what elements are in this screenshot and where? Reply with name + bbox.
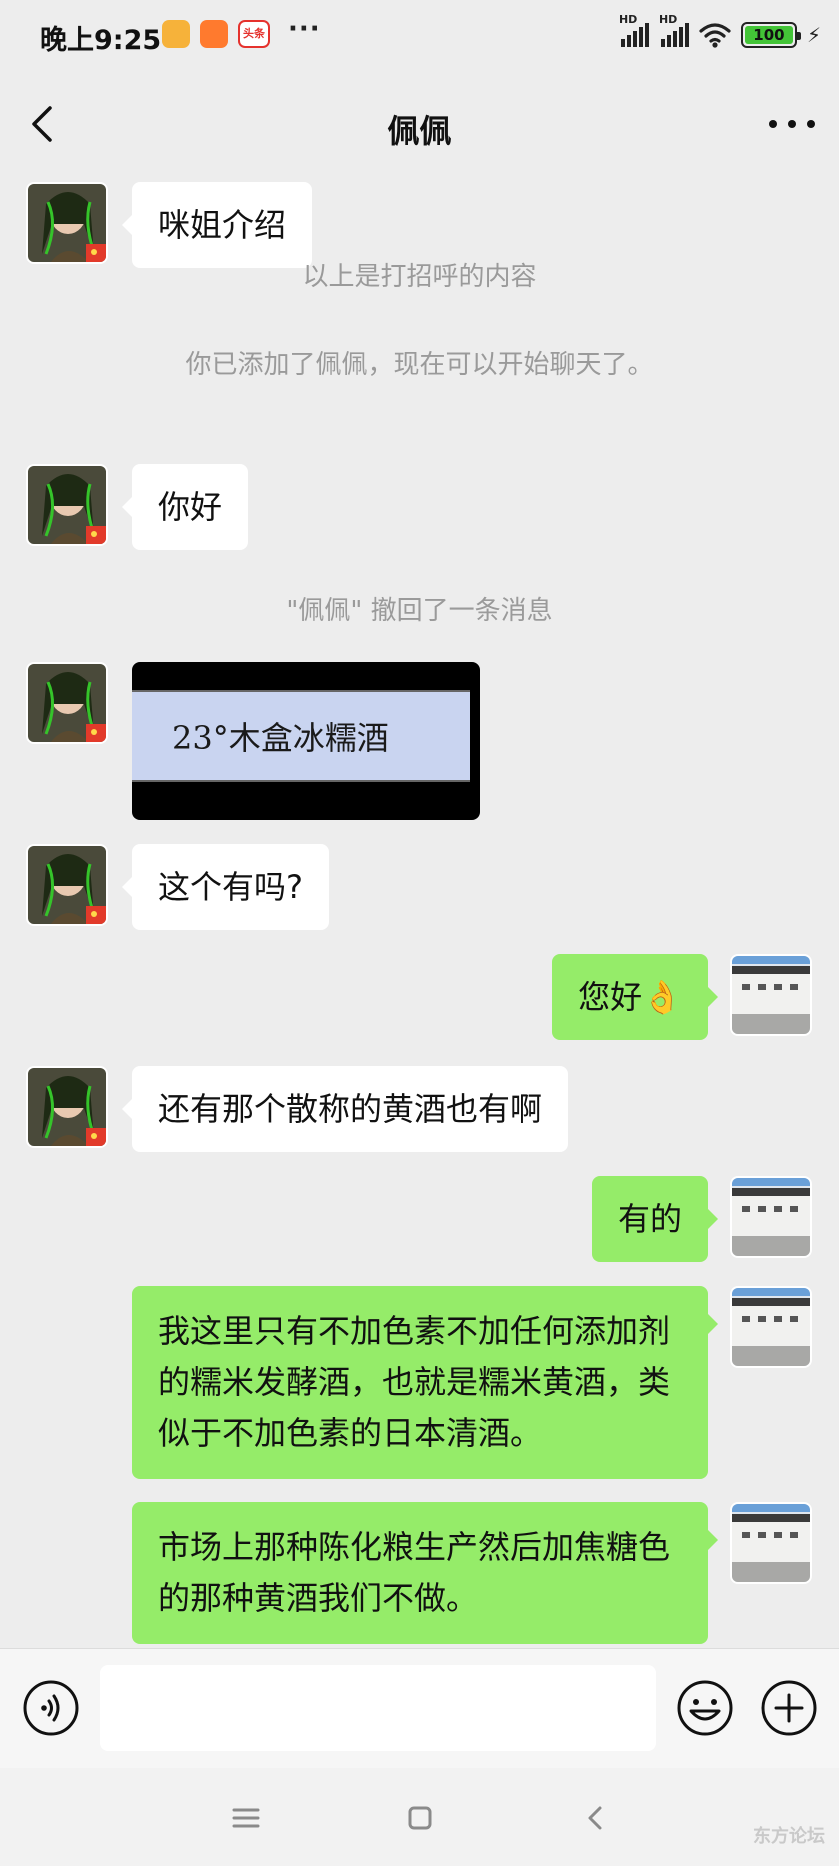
message-bubble[interactable]: 市场上那种陈化粮生产然后加焦糖色的那种黄酒我们不做。 [132, 1502, 718, 1644]
system-message: 以上是打招呼的内容 [302, 262, 537, 292]
voice-icon[interactable] [22, 1679, 80, 1737]
my-avatar[interactable] [730, 1286, 812, 1368]
chat-message-list[interactable]: 咪姐介绍 以上是打招呼的内容 你已添加了佩佩，现在可以开始聊天了。 你好 "佩佩… [0, 180, 839, 1648]
recall-notice: "佩佩" 撤回了一条消息 [286, 596, 553, 626]
message-bubble[interactable]: 还有那个散称的黄酒也有啊 [122, 1066, 569, 1152]
message-bubble[interactable]: 我这里只有不加色素不加任何添加剂的糯米发酵酒，也就是糯米黄酒，类似于不加色素的日… [132, 1286, 718, 1479]
status-bar: 晚上9:25 头条 ··· HD HD 100 ⚡ [0, 0, 839, 70]
signal-hd-label: HD [618, 13, 638, 26]
message-text: 还有那个散称的黄酒也有啊 [158, 1090, 543, 1128]
signal-hd-label-2: HD [658, 13, 678, 26]
toutiao-app-icon: 头条 [238, 20, 270, 48]
message-text: 这个有吗? [158, 868, 303, 906]
image-label-text: 23°木盒冰糯酒 [132, 690, 470, 782]
message-text: 有的 [617, 1200, 682, 1238]
battery-level: 100 [753, 26, 785, 44]
contact-avatar[interactable] [26, 844, 108, 926]
more-options-icon[interactable] [769, 114, 815, 134]
message-text: 市场上那种陈化粮生产然后加焦糖色的那种黄酒我们不做。 [158, 1528, 671, 1617]
system-indicators: HD HD 100 ⚡ [619, 13, 821, 52]
shopping-app-icon [200, 20, 228, 48]
signal-icon-2: HD [659, 13, 689, 47]
message-text: 你好 [158, 488, 223, 526]
chat-title: 佩佩 [387, 112, 452, 150]
emoji-icon[interactable] [676, 1679, 734, 1737]
wifi-icon [699, 23, 731, 48]
system-nav-bar: 东方论坛 [0, 1768, 839, 1866]
message-text: 咪姐介绍 [158, 206, 287, 244]
system-message: 你已添加了佩佩，现在可以开始聊天了。 [185, 350, 654, 380]
contact-avatar[interactable] [26, 662, 108, 744]
image-message[interactable]: 23°木盒冰糯酒 [132, 662, 480, 820]
menu-icon[interactable] [226, 1798, 266, 1838]
home-icon[interactable] [400, 1798, 440, 1838]
message-input[interactable] [100, 1665, 656, 1751]
watermark: 东方论坛 [753, 1826, 825, 1847]
signal-icon: HD [619, 13, 649, 47]
app-notification-icon [162, 20, 190, 48]
message-bubble[interactable]: 这个有吗? [122, 844, 329, 930]
my-avatar[interactable] [730, 1176, 812, 1258]
contact-avatar[interactable] [26, 182, 108, 264]
plus-icon[interactable] [760, 1679, 818, 1737]
input-bar [0, 1648, 839, 1768]
contact-avatar[interactable] [26, 1066, 108, 1148]
status-time: 晚上9:25 [40, 25, 162, 56]
message-bubble[interactable]: 你好 [122, 464, 249, 550]
battery-icon: 100 [740, 22, 801, 48]
message-bubble[interactable]: 您好👌 [552, 954, 718, 1040]
message-bubble[interactable]: 有的 [591, 1176, 718, 1262]
my-avatar[interactable] [730, 954, 812, 1036]
message-text: 您好👌 [578, 978, 682, 1016]
contact-avatar[interactable] [26, 464, 108, 546]
back-nav-icon[interactable] [576, 1798, 616, 1838]
my-avatar[interactable] [730, 1502, 812, 1584]
chat-header: 佩佩 [0, 70, 839, 180]
message-text: 我这里只有不加色素不加任何添加剂的糯米发酵酒，也就是糯米黄酒，类似于不加色素的日… [158, 1312, 671, 1452]
charging-icon: ⚡ [806, 23, 821, 47]
more-notifications-icon: ··· [288, 14, 321, 44]
